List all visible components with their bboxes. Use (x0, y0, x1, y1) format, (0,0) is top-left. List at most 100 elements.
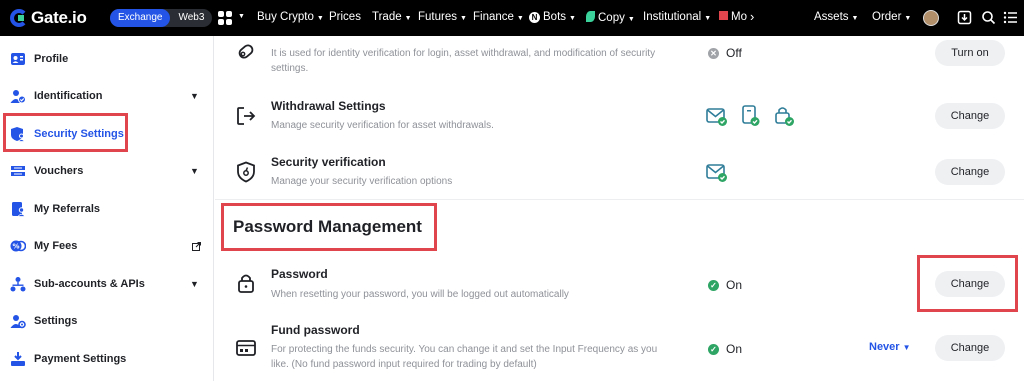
withdraw-arrow-icon (237, 107, 256, 125)
lock-verified-icon (775, 107, 794, 126)
status-on: ✓ On (708, 342, 742, 356)
settings-user-icon (10, 315, 26, 329)
check-circle-icon: ✓ (708, 343, 719, 355)
fund-password-change-button[interactable]: Change (935, 335, 1005, 361)
nav-finance[interactable]: Finance ▼ (473, 11, 524, 23)
row-description: Manage your security verification option… (271, 176, 453, 187)
sidebar-item-label: Payment Settings (34, 353, 127, 365)
input-frequency-dropdown[interactable]: Never ▼ (869, 341, 911, 353)
user-check-icon (10, 90, 26, 104)
sidebar-item-label: My Referrals (34, 203, 101, 215)
referral-icon (12, 202, 26, 217)
sidebar-item-label: My Fees (34, 240, 78, 252)
exchange-web3-switch[interactable]: Exchange Web3 (110, 9, 213, 27)
section-divider (215, 199, 1024, 200)
nav-assets[interactable]: Assets ▼ (814, 11, 858, 23)
lock-icon (238, 274, 254, 293)
avatar[interactable] (923, 10, 939, 26)
chevron-down-icon: ▼ (190, 166, 199, 176)
sidebar-item-identification[interactable]: Identification ▼ (0, 78, 214, 114)
shield-verification-icon (237, 161, 255, 183)
row-title: Withdrawal Settings (271, 99, 386, 113)
gateio-logo[interactable]: Gate.io (10, 8, 87, 28)
bots-icon: N (529, 12, 540, 23)
row-description: For protecting the funds security. You c… (271, 344, 658, 370)
sidebar-item-settings[interactable]: Settings (0, 303, 214, 339)
download-icon[interactable] (957, 10, 972, 25)
row-description: Manage security verification for asset w… (271, 120, 494, 131)
status-text: On (726, 278, 743, 292)
security-row-fund-password: Fund password For protecting the funds s… (215, 316, 1024, 381)
sidebar-item-label: Settings (34, 315, 78, 327)
sidebar-item-payment-settings[interactable]: Payment Settings (0, 341, 214, 377)
apps-grid-icon[interactable] (218, 11, 232, 25)
security-row-password: Password When resetting your password, y… (215, 258, 1024, 308)
copy-leaf-icon (586, 11, 595, 22)
nav-futures[interactable]: Futures ▼ (418, 11, 467, 23)
sidebar-item-vouchers[interactable]: Vouchers ▼ (0, 153, 214, 189)
ticket-icon (11, 166, 25, 176)
logo-text: Gate.io (31, 8, 87, 27)
fees-icon: % (10, 240, 26, 252)
row-title: Security verification (271, 155, 386, 169)
sidebar-item-sub-accounts-apis[interactable]: Sub-accounts & APIs ▼ (0, 266, 214, 302)
menu-list-icon[interactable] (1003, 10, 1018, 25)
row-description: When resetting your password, you will b… (271, 289, 569, 300)
nav-copy[interactable]: Copy ▼ (586, 11, 635, 24)
nav-prices[interactable]: Prices (329, 11, 361, 23)
nav-more[interactable]: Mo (719, 11, 747, 23)
status-off: ✕ Off (708, 46, 742, 60)
nav-bots[interactable]: N Bots ▼ (529, 11, 576, 23)
key-link-icon (238, 44, 254, 59)
security-row-withdrawal-settings: Withdrawal Settings Manage security veri… (215, 91, 1024, 141)
nav-scroll-right-icon[interactable]: › (750, 9, 754, 24)
search-icon[interactable] (981, 10, 996, 25)
status-text: On (726, 342, 743, 356)
sidebar-item-label: Vouchers (34, 165, 84, 177)
chevron-down-icon: ▼ (190, 279, 199, 289)
security-settings-highlight-box (3, 113, 128, 152)
more-chart-icon (719, 11, 728, 20)
security-row-authenticator: It is used for identity verification for… (215, 36, 1024, 80)
row-title: Fund password (271, 323, 360, 337)
sidebar-item-label: Sub-accounts & APIs (34, 278, 145, 290)
security-verification-change-button[interactable]: Change (935, 159, 1005, 185)
exchange-tab[interactable]: Exchange (110, 9, 171, 27)
profile-card-icon (11, 53, 25, 65)
sidebar-item-my-fees[interactable]: % My Fees (0, 228, 214, 264)
web3-tab[interactable]: Web3 (170, 9, 212, 27)
sub-accounts-icon (10, 277, 26, 292)
chevron-down-icon: ▼ (190, 91, 199, 101)
password-management-highlight-box (221, 203, 437, 251)
turn-on-button[interactable]: Turn on (935, 40, 1005, 66)
status-on: ✓ On (708, 278, 742, 292)
sidebar-item-profile[interactable]: Profile (0, 41, 214, 77)
row-description: It is used for identity verification for… (271, 48, 656, 74)
svg-text:%: % (12, 243, 19, 251)
nav-trade[interactable]: Trade ▼ (372, 11, 412, 23)
sidebar-item-my-referrals[interactable]: My Referrals (0, 191, 214, 227)
chevron-down-icon: ▼ (902, 343, 911, 352)
external-link-icon (192, 241, 201, 251)
sidebar-item-label: Identification (34, 90, 103, 102)
off-x-icon: ✕ (708, 47, 719, 59)
account-sidebar: Profile Identification ▼ Security Settin… (0, 36, 214, 381)
nav-institutional[interactable]: Institutional ▼ (643, 11, 711, 23)
row-title: Password (271, 267, 328, 281)
apps-caret-icon: ▼ (238, 13, 245, 20)
phone-verified-icon (742, 105, 760, 126)
fund-card-icon (236, 340, 256, 356)
withdrawal-change-button[interactable]: Change (935, 103, 1005, 129)
nav-buy-crypto[interactable]: Buy Crypto ▼ (257, 11, 324, 23)
security-row-security-verification: Security verification Manage your securi… (215, 147, 1024, 197)
top-navigation-bar: Gate.io Exchange Web3 ▼ Buy Crypto ▼ Pric… (0, 0, 1024, 36)
gateio-logo-mark-icon (10, 9, 28, 27)
payment-icon (11, 352, 25, 366)
input-frequency-value: Never (869, 341, 900, 353)
email-verified-icon (706, 108, 727, 126)
sidebar-item-label: Profile (34, 53, 69, 65)
check-circle-icon: ✓ (708, 279, 719, 291)
nav-order[interactable]: Order ▼ (872, 11, 911, 23)
password-change-highlight-box (917, 255, 1018, 312)
status-text: Off (726, 46, 742, 60)
